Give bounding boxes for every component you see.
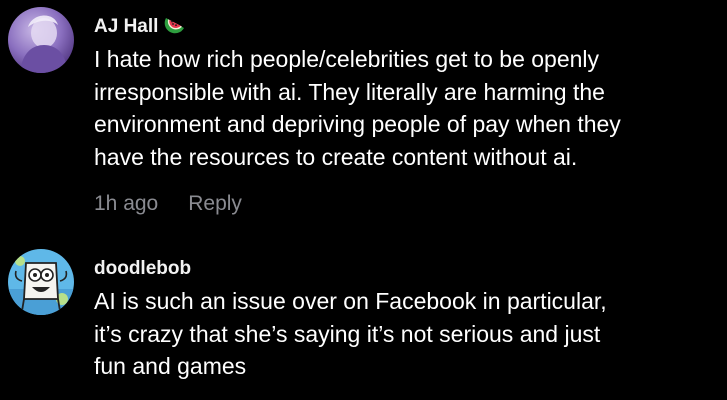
comment-author[interactable]: doodlebob	[94, 258, 191, 280]
author-name[interactable]: AJ Hall	[94, 16, 158, 37]
comment-meta: 1h ago Reply	[94, 190, 242, 218]
watermelon-icon	[164, 13, 186, 41]
comment-text-line: AI is such an issue over on Facebook in …	[94, 288, 607, 314]
comment-text-line: have the resources to create content wit…	[94, 143, 578, 170]
comment-text-line: I hate how rich people/celebrities get t…	[94, 46, 600, 72]
doodlebob-avatar-icon	[8, 249, 74, 315]
comment-text: AI is such an issue over on Facebook in …	[94, 285, 724, 383]
comment-text-line: it’s crazy that she’s saying it’s not se…	[94, 320, 601, 347]
comment-timestamp: 1h ago	[94, 192, 159, 215]
profile-photo-icon	[8, 7, 74, 73]
comment-text-line: fun and games	[94, 353, 247, 379]
reply-button[interactable]: Reply	[188, 190, 242, 218]
avatar[interactable]	[8, 7, 74, 73]
comment-text-line: irresponsible with ai. They literally ar…	[94, 78, 605, 105]
avatar[interactable]	[8, 249, 74, 315]
comment-text-line: environment and depriving people of pay …	[94, 111, 621, 137]
comment-text: I hate how rich people/celebrities get t…	[94, 43, 724, 173]
comment-author[interactable]: AJ Hall	[94, 13, 186, 41]
author-name[interactable]: doodlebob	[94, 258, 191, 279]
